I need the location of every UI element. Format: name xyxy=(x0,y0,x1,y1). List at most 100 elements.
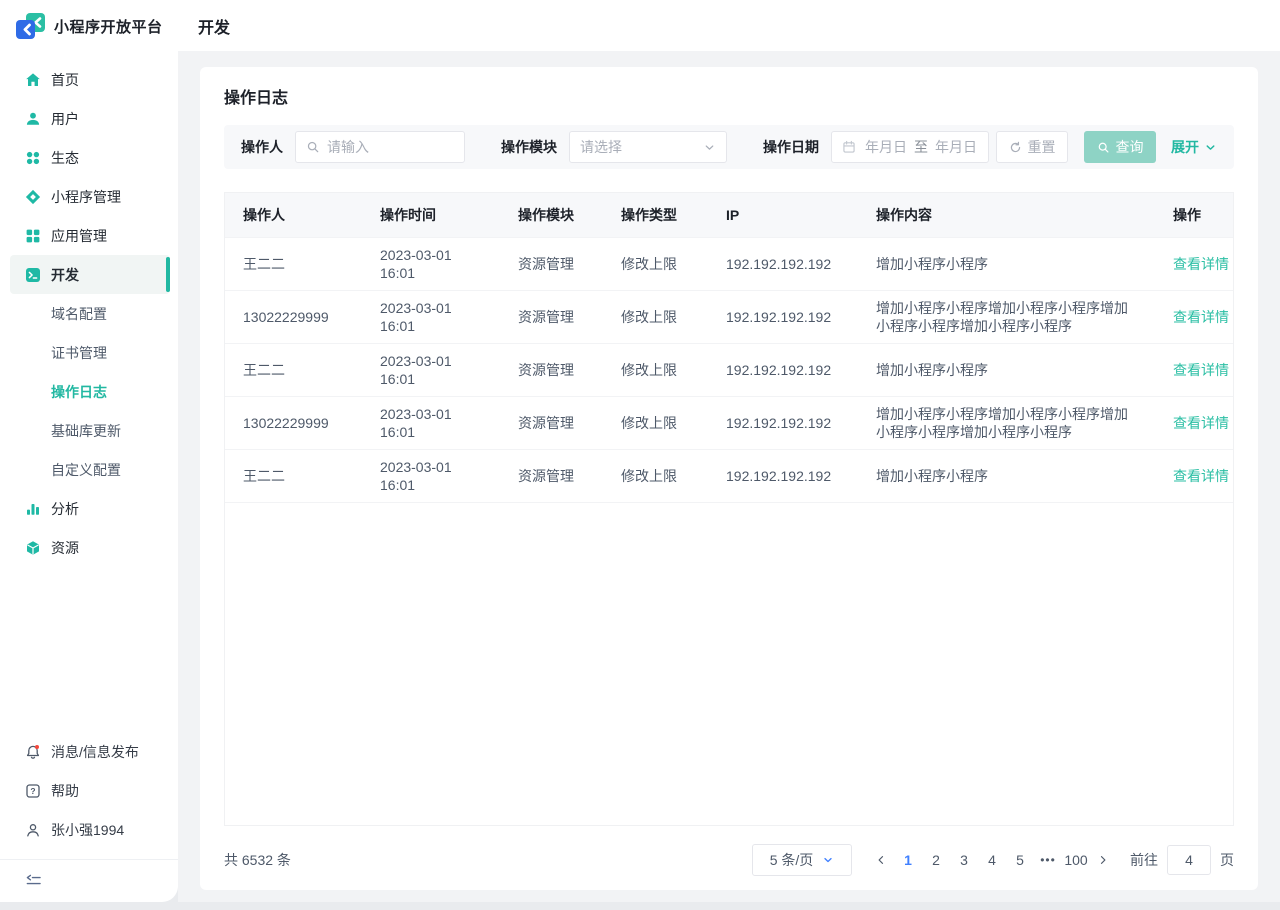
sidebar-item-label: 生态 xyxy=(51,148,79,168)
cube-icon xyxy=(25,540,41,556)
sidebar-subitem-base-lib-update[interactable]: 基础库更新 xyxy=(0,411,178,450)
sidebar-subitem-custom-config[interactable]: 自定义配置 xyxy=(0,450,178,489)
main-area: 开发 操作日志 操作人 操作模块 请选择 xyxy=(178,0,1280,902)
content-area: 操作日志 操作人 操作模块 请选择 xyxy=(178,51,1280,902)
col-module: 操作模块 xyxy=(500,193,603,237)
reset-button[interactable]: 重置 xyxy=(996,131,1068,163)
col-content: 操作内容 xyxy=(858,193,1155,237)
sidebar-item-miniprogram[interactable]: 小程序管理 xyxy=(0,177,178,216)
date-end-placeholder: 年月日 xyxy=(935,137,977,157)
module-label: 操作模块 xyxy=(501,137,557,157)
cell-content: 增加小程序小程序 xyxy=(858,237,1155,290)
bell-icon xyxy=(25,744,41,760)
cell-operator: 13022229999 xyxy=(225,290,362,343)
chevron-down-icon xyxy=(703,141,716,154)
cell-operator: 13022229999 xyxy=(225,396,362,449)
sidebar-subitem-domain-config[interactable]: 域名配置 xyxy=(0,294,178,333)
brand-title: 小程序开放平台 xyxy=(54,16,163,37)
operator-input[interactable] xyxy=(327,139,454,155)
table-row: 王二二 2023-03-01 16:01 资源管理 修改上限 192.192.1… xyxy=(225,449,1233,502)
goto-page: 前往 页 xyxy=(1130,845,1234,875)
sidebar-item-messages[interactable]: 消息/信息发布 xyxy=(0,732,178,771)
page-3[interactable]: 3 xyxy=(950,844,978,876)
page-1[interactable]: 1 xyxy=(894,844,922,876)
calendar-icon xyxy=(842,140,856,154)
goto-page-input[interactable] xyxy=(1167,845,1211,875)
cell-time: 2023-03-01 16:01 xyxy=(362,396,500,449)
sidebar-subitem-operation-log[interactable]: 操作日志 xyxy=(0,372,178,411)
bar-chart-icon xyxy=(25,501,41,517)
chevron-down-icon xyxy=(1204,141,1217,154)
goto-unit: 页 xyxy=(1220,850,1234,870)
table-row: 13022229999 2023-03-01 16:01 资源管理 修改上限 1… xyxy=(225,396,1233,449)
cell-module: 资源管理 xyxy=(500,396,603,449)
date-separator: 至 xyxy=(914,137,928,157)
page-title: 开发 xyxy=(198,14,230,38)
sidebar-nav: 首页 用户 生态 小程序管理 xyxy=(0,60,178,567)
sidebar-item-develop[interactable]: 开发 xyxy=(10,255,170,294)
prev-page-button[interactable] xyxy=(868,844,894,876)
app-window: 小程序开放平台 首页 用户 生态 xyxy=(0,0,1280,902)
query-button[interactable]: 查询 xyxy=(1084,131,1156,163)
cell-ip: 192.192.192.192 xyxy=(708,449,858,502)
view-details-link[interactable]: 查看详情 xyxy=(1173,415,1229,431)
sidebar-subitem-cert-management[interactable]: 证书管理 xyxy=(0,333,178,372)
goto-label: 前往 xyxy=(1130,850,1158,870)
page-4[interactable]: 4 xyxy=(978,844,1006,876)
page-5[interactable]: 5 xyxy=(1006,844,1034,876)
sidebar-item-account[interactable]: 张小强1994 xyxy=(0,810,178,849)
active-indicator xyxy=(166,257,170,292)
sidebar-item-home[interactable]: 首页 xyxy=(0,60,178,99)
collapse-sidebar-button[interactable] xyxy=(0,860,178,902)
cell-time: 2023-03-01 16:01 xyxy=(362,449,500,502)
cell-operator: 王二二 xyxy=(225,449,362,502)
sidebar-item-apps[interactable]: 应用管理 xyxy=(0,216,178,255)
platform-logo-icon xyxy=(16,13,46,40)
sidebar-item-analysis[interactable]: 分析 xyxy=(0,489,178,528)
col-time: 操作时间 xyxy=(362,193,500,237)
help-icon: ? xyxy=(25,783,41,799)
page-size-select[interactable]: 5 条/页 xyxy=(752,844,852,876)
filter-bar: 操作人 操作模块 请选择 操作日期 xyxy=(224,125,1234,169)
table-header-row: 操作人 操作时间 操作模块 操作类型 IP 操作内容 操作 xyxy=(225,193,1233,237)
page-last[interactable]: 100 xyxy=(1062,844,1090,876)
collapse-icon xyxy=(25,874,42,888)
table-row: 王二二 2023-03-01 16:01 资源管理 修改上限 192.192.1… xyxy=(225,237,1233,290)
cell-time: 2023-03-01 16:01 xyxy=(362,237,500,290)
sidebar-item-label: 张小强1994 xyxy=(51,820,124,840)
sidebar-item-ecosystem[interactable]: 生态 xyxy=(0,138,178,177)
cell-ip: 192.192.192.192 xyxy=(708,396,858,449)
next-page-button[interactable] xyxy=(1090,844,1116,876)
pagination-bar: 共 6532 条 5 条/页 1 xyxy=(224,844,1234,876)
sidebar-item-help[interactable]: ? 帮助 xyxy=(0,771,178,810)
cell-ip: 192.192.192.192 xyxy=(708,343,858,396)
more-pages-icon[interactable]: ••• xyxy=(1034,844,1062,876)
cell-content: 增加小程序小程序增加小程序小程序增加小程序小程序增加小程序小程序 xyxy=(858,396,1155,449)
view-details-link[interactable]: 查看详情 xyxy=(1173,256,1229,272)
cell-content: 增加小程序小程序增加小程序小程序增加小程序小程序增加小程序小程序 xyxy=(858,290,1155,343)
sidebar-item-label: 首页 xyxy=(51,70,79,90)
date-range-picker[interactable]: 年月日 至 年月日 xyxy=(831,131,989,163)
card-title: 操作日志 xyxy=(224,88,1234,110)
module-select[interactable]: 请选择 xyxy=(569,131,727,163)
cell-ip: 192.192.192.192 xyxy=(708,237,858,290)
sidebar-item-users[interactable]: 用户 xyxy=(0,99,178,138)
total-count: 共 6532 条 xyxy=(224,850,291,870)
cell-content: 增加小程序小程序 xyxy=(858,449,1155,502)
operation-log-card: 操作日志 操作人 操作模块 请选择 xyxy=(200,67,1258,890)
view-details-link[interactable]: 查看详情 xyxy=(1173,362,1229,378)
page-2[interactable]: 2 xyxy=(922,844,950,876)
sidebar: 小程序开放平台 首页 用户 生态 xyxy=(0,0,178,902)
operation-log-table: 操作人 操作时间 操作模块 操作类型 IP 操作内容 操作 王二 xyxy=(224,192,1234,826)
cell-time: 2023-03-01 16:01 xyxy=(362,343,500,396)
sidebar-item-resources[interactable]: 资源 xyxy=(0,528,178,567)
view-details-link[interactable]: 查看详情 xyxy=(1173,468,1229,484)
view-details-link[interactable]: 查看详情 xyxy=(1173,309,1229,325)
expand-filters-link[interactable]: 展开 xyxy=(1171,137,1217,157)
cell-operator: 王二二 xyxy=(225,343,362,396)
table-row: 王二二 2023-03-01 16:01 资源管理 修改上限 192.192.1… xyxy=(225,343,1233,396)
ecosystem-icon xyxy=(25,150,41,166)
search-icon xyxy=(1097,141,1110,154)
cell-operator: 王二二 xyxy=(225,237,362,290)
svg-text:?: ? xyxy=(30,786,35,796)
